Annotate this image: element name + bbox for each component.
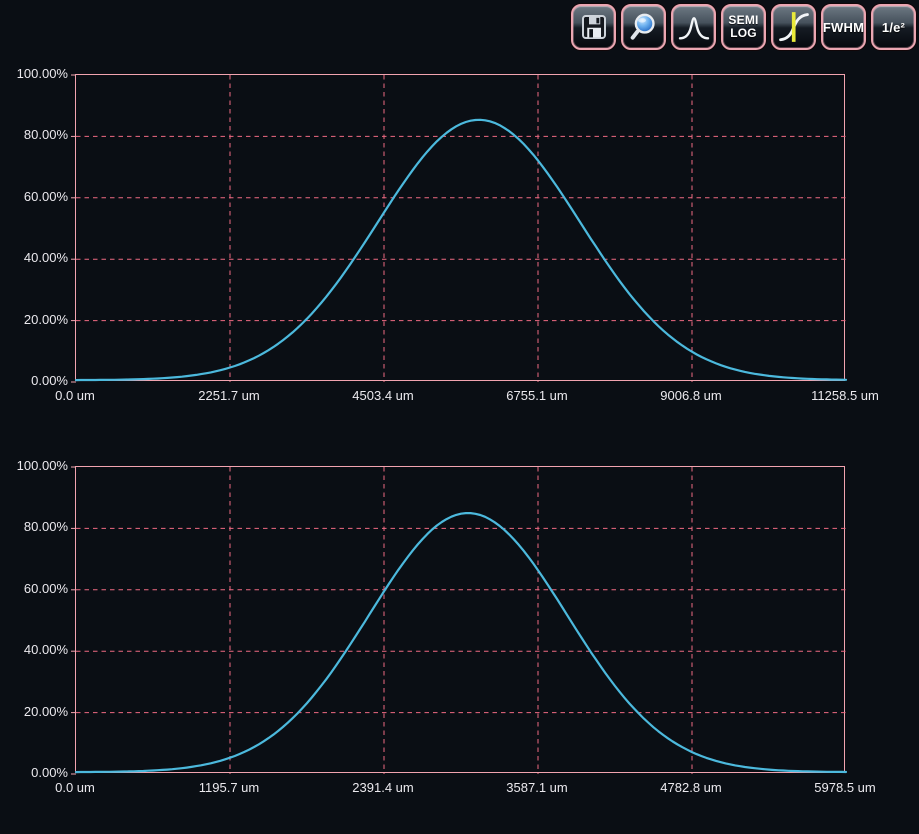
knife-edge-button[interactable] bbox=[771, 4, 816, 50]
gridlines bbox=[71, 75, 846, 382]
x-tick-label: 3587.1 um bbox=[472, 780, 602, 795]
x-tick-label: 9006.8 um bbox=[626, 388, 756, 403]
y-tick-label: 40.00% bbox=[0, 250, 68, 266]
y-tick-label: 0.00% bbox=[0, 373, 68, 389]
knife-edge-icon bbox=[777, 10, 811, 44]
profile-curve bbox=[76, 513, 846, 772]
zoom-button[interactable] bbox=[621, 4, 666, 50]
y-tick-label: 20.00% bbox=[0, 312, 68, 328]
x-tick-label: 6755.1 um bbox=[472, 388, 602, 403]
x-tick-label: 1195.7 um bbox=[164, 780, 294, 795]
plot-area bbox=[75, 466, 845, 773]
x-tick-label: 4503.4 um bbox=[318, 388, 448, 403]
x-tick-label: 5978.5 um bbox=[780, 780, 910, 795]
magnifier-icon bbox=[628, 11, 660, 43]
gridlines bbox=[71, 467, 846, 774]
save-button[interactable] bbox=[571, 4, 616, 50]
gaussian-fit-button[interactable] bbox=[671, 4, 716, 50]
x-tick-label: 2391.4 um bbox=[318, 780, 448, 795]
fwhm-button[interactable]: FWHM bbox=[821, 4, 866, 50]
inverse-e-squared-button[interactable]: 1/e² bbox=[871, 4, 916, 50]
button-label: FWHM bbox=[823, 21, 864, 34]
x-tick-label: 2251.7 um bbox=[164, 388, 294, 403]
y-tick-label: 80.00% bbox=[0, 127, 68, 143]
y-tick-label: 0.00% bbox=[0, 765, 68, 781]
floppy-disk-icon bbox=[579, 12, 609, 42]
y-tick-label: 100.00% bbox=[0, 66, 68, 82]
button-label: LOG bbox=[730, 27, 757, 40]
semilog-button[interactable]: SEMILOG bbox=[721, 4, 766, 50]
y-tick-label: 100.00% bbox=[0, 458, 68, 474]
plot-area bbox=[75, 74, 845, 381]
y-tick-label: 40.00% bbox=[0, 642, 68, 658]
toolbar: SEMILOG FWHM 1/e² bbox=[571, 4, 916, 50]
y-tick-label: 60.00% bbox=[0, 581, 68, 597]
x-tick-label: 0.0 um bbox=[10, 388, 140, 403]
beam-profiler-window: SEMILOG FWHM 1/e² 100.00% 80.00% 60.00% 40.00… bbox=[0, 0, 919, 834]
button-label: 1/e² bbox=[882, 21, 905, 34]
y-tick-label: 60.00% bbox=[0, 189, 68, 205]
x-tick-label: 11258.5 um bbox=[780, 388, 910, 403]
gaussian-curve-icon bbox=[677, 11, 711, 43]
x-tick-label: 4782.8 um bbox=[626, 780, 756, 795]
y-tick-label: 80.00% bbox=[0, 519, 68, 535]
profile-curve bbox=[76, 120, 846, 380]
x-tick-label: 0.0 um bbox=[10, 780, 140, 795]
y-tick-label: 20.00% bbox=[0, 704, 68, 720]
